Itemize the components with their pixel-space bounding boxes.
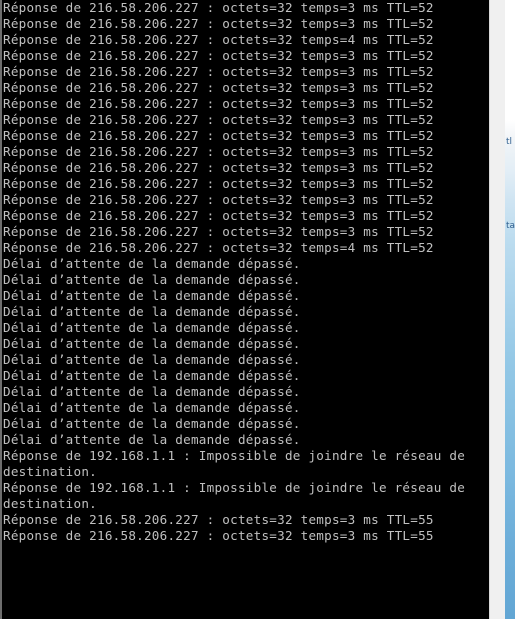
desktop-icon-label-fragment: ta — [506, 221, 515, 231]
screen: Réponse de 216.58.206.227 : octets=32 te… — [0, 0, 515, 619]
console-line: Réponse de 216.58.206.227 : octets=32 te… — [3, 192, 434, 207]
console-line: destination. — [3, 496, 97, 511]
console-line: Délai d’attente de la demande dépassé. — [3, 416, 301, 431]
console-line: Réponse de 216.58.206.227 : octets=32 te… — [3, 112, 434, 127]
console-line: Réponse de 216.58.206.227 : octets=32 te… — [3, 0, 434, 15]
console-output: Réponse de 216.58.206.227 : octets=32 te… — [2, 0, 489, 544]
desktop-icon-label-fragment: tl — [506, 137, 513, 147]
desktop-background-edge: tl ta — [505, 0, 515, 619]
console-line: Délai d’attente de la demande dépassé. — [3, 336, 301, 351]
console-line: Réponse de 216.58.206.227 : octets=32 te… — [3, 224, 434, 239]
console-line: Délai d’attente de la demande dépassé. — [3, 384, 301, 399]
console-line: Réponse de 216.58.206.227 : octets=32 te… — [3, 512, 434, 527]
console-line: Délai d’attente de la demande dépassé. — [3, 352, 301, 367]
console-line: Délai d’attente de la demande dépassé. — [3, 256, 301, 271]
console-line: Délai d’attente de la demande dépassé. — [3, 288, 301, 303]
console-line: Réponse de 216.58.206.227 : octets=32 te… — [3, 48, 434, 63]
console-line: Réponse de 216.58.206.227 : octets=32 te… — [3, 144, 434, 159]
console-line: Délai d’attente de la demande dépassé. — [3, 320, 301, 335]
command-prompt-console[interactable]: Réponse de 216.58.206.227 : octets=32 te… — [2, 0, 489, 619]
console-line: Délai d’attente de la demande dépassé. — [3, 432, 301, 447]
console-line: Réponse de 216.58.206.227 : octets=32 te… — [3, 80, 434, 95]
console-line: Réponse de 216.58.206.227 : octets=32 te… — [3, 240, 434, 255]
console-line: Délai d’attente de la demande dépassé. — [3, 368, 301, 383]
console-line: destination. — [3, 464, 97, 479]
console-line: Délai d’attente de la demande dépassé. — [3, 272, 301, 287]
console-line: Réponse de 216.58.206.227 : octets=32 te… — [3, 64, 434, 79]
console-line: Réponse de 216.58.206.227 : octets=32 te… — [3, 528, 434, 543]
vertical-scrollbar[interactable] — [489, 0, 505, 619]
console-line: Réponse de 216.58.206.227 : octets=32 te… — [3, 32, 434, 47]
console-line: Réponse de 216.58.206.227 : octets=32 te… — [3, 160, 434, 175]
scrollbar-border — [489, 0, 490, 619]
console-line: Réponse de 192.168.1.1 : Impossible de j… — [3, 448, 466, 463]
console-line: Réponse de 216.58.206.227 : octets=32 te… — [3, 16, 434, 31]
console-line: Réponse de 216.58.206.227 : octets=32 te… — [3, 208, 434, 223]
console-line: Réponse de 192.168.1.1 : Impossible de j… — [3, 480, 466, 495]
console-line: Réponse de 216.58.206.227 : octets=32 te… — [3, 176, 434, 191]
console-line: Délai d’attente de la demande dépassé. — [3, 304, 301, 319]
console-line: Réponse de 216.58.206.227 : octets=32 te… — [3, 96, 434, 111]
console-line: Réponse de 216.58.206.227 : octets=32 te… — [3, 128, 434, 143]
console-line: Délai d’attente de la demande dépassé. — [3, 400, 301, 415]
